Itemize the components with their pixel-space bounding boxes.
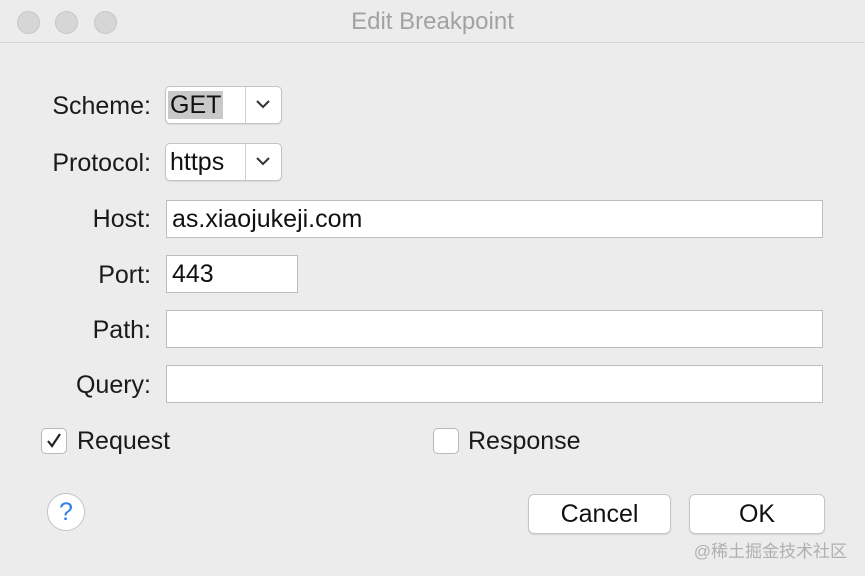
help-button[interactable]: ? — [47, 493, 85, 531]
port-field[interactable]: 443 — [166, 255, 298, 293]
protocol-select[interactable]: https — [165, 143, 282, 181]
request-label[interactable]: Request — [77, 427, 170, 456]
scheme-label: Scheme: — [52, 92, 151, 120]
scheme-value: GET — [168, 91, 224, 119]
watermark: @稀土掘金技术社区 — [693, 542, 847, 561]
path-field[interactable] — [166, 310, 823, 348]
protocol-label: Protocol: — [52, 149, 151, 177]
host-label: Host: — [92, 205, 151, 233]
chevron-down-icon[interactable] — [245, 144, 281, 180]
chevron-down-icon[interactable] — [245, 87, 281, 123]
request-checkbox[interactable] — [41, 428, 67, 454]
response-checkbox[interactable] — [433, 428, 459, 454]
response-label[interactable]: Response — [468, 427, 581, 456]
query-label: Query: — [75, 371, 151, 399]
ok-button[interactable]: OK — [689, 494, 825, 534]
query-field[interactable] — [166, 365, 823, 403]
scheme-select[interactable]: GET — [165, 86, 282, 124]
host-field[interactable]: as.xiaojukeji.com — [166, 200, 823, 238]
title-bar: Edit Breakpoint — [0, 0, 865, 43]
window-title: Edit Breakpoint — [351, 8, 514, 35]
cancel-button[interactable]: Cancel — [528, 494, 671, 534]
checkmark-icon — [47, 433, 61, 448]
port-label: Port: — [98, 261, 151, 289]
protocol-value: https — [170, 148, 225, 176]
path-label: Path: — [92, 316, 151, 344]
